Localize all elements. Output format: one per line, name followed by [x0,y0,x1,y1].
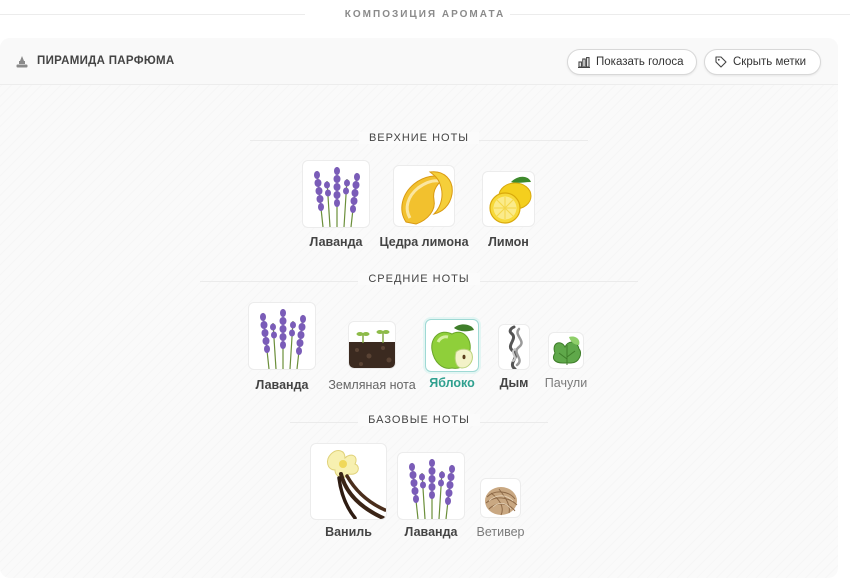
hide-tags-label: Скрыть метки [733,56,807,68]
vetiver-icon [480,478,521,518]
earth-icon [348,321,396,369]
tier-label-base: БАЗОВЫЕ НОТЫ [0,412,838,432]
lavender-icon [302,160,370,228]
smoke-icon [498,324,530,370]
note-lemon[interactable]: Лимон [482,171,535,255]
tier-label-text: СРЕДНИЕ НОТЫ [358,273,480,285]
note-vetiver[interactable]: Ветивер [477,478,525,544]
note-name: Лимон [488,235,529,249]
lavender-icon [248,302,316,370]
pyramid-card: ПИРАМИДА ПАРФЮМА Показать голоса Скрыть … [0,38,838,578]
note-lavender[interactable]: Лаванда [248,302,316,397]
divider [510,14,850,15]
lavender-icon [397,452,465,520]
pyramid-title: ПИРАМИДА ПАРФЮМА [37,55,175,67]
note-lavender[interactable]: Лаванда [302,160,370,255]
note-name: Пачули [544,376,588,390]
pyramid-header: ПИРАМИДА ПАРФЮМА Показать голоса Скрыть … [0,38,838,85]
show-votes-label: Показать голоса [596,56,684,68]
note-name: Ветивер [476,525,525,539]
section-title: КОМПОЗИЦИЯ АРОМАТА [0,0,850,30]
tier-label-top: ВЕРХНИЕ НОТЫ [0,130,838,150]
apple-icon [425,319,479,372]
hide-tags-button[interactable]: Скрыть метки [704,49,821,75]
note-earth[interactable]: Земляная нота [328,321,416,397]
note-patchouli[interactable]: Пачули [545,332,587,397]
vanilla-icon [310,443,387,520]
tier-label-text: ВЕРХНИЕ НОТЫ [358,132,480,144]
tag-icon [715,56,727,68]
lemon-icon [482,171,535,227]
tier-label-middle: СРЕДНИЕ НОТЫ [0,271,838,291]
note-lemon-zest[interactable]: Цедра лимона [379,165,469,255]
pyramid-icon [16,56,28,68]
show-votes-button[interactable]: Показать голоса [567,49,697,75]
bar-chart-icon [578,56,590,68]
patchouli-icon [548,332,584,369]
tier-label-text: БАЗОВЫЕ НОТЫ [358,414,480,426]
lemon-zest-icon [393,165,455,227]
